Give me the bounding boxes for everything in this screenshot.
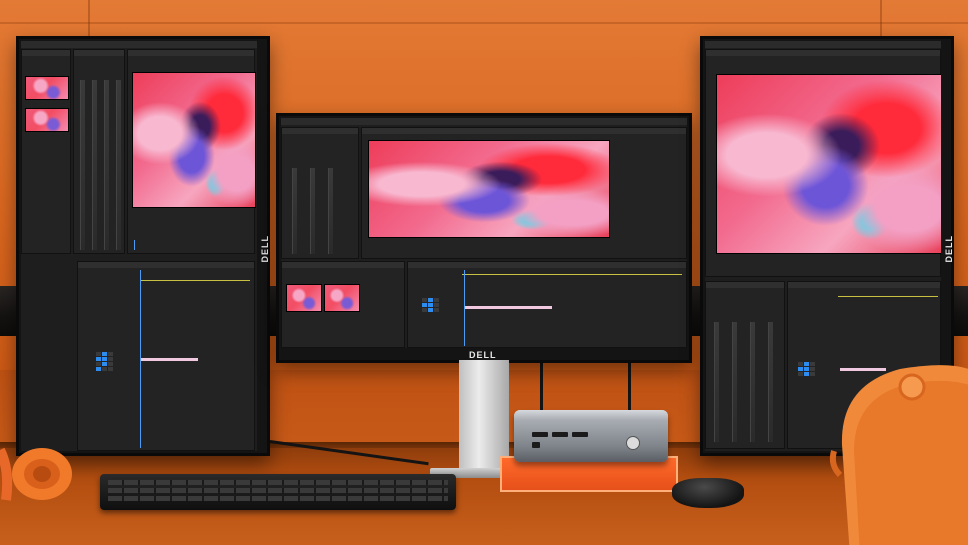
menu-bar <box>705 41 941 48</box>
timeline-panel <box>407 261 687 348</box>
program-preview <box>132 72 256 208</box>
program-monitor-panel <box>705 49 941 277</box>
timeline-panel <box>77 261 255 451</box>
program-monitor-panel <box>361 127 687 259</box>
dell-logo: DELL <box>260 235 270 263</box>
timeline-clip[interactable] <box>464 306 552 309</box>
menu-bar <box>21 41 257 48</box>
headphones-icon <box>0 447 72 501</box>
center-monitor: DELL <box>276 113 692 363</box>
power-button[interactable] <box>626 436 640 450</box>
mini-pc <box>514 410 668 462</box>
track-controls[interactable] <box>422 298 439 312</box>
dell-logo: DELL <box>944 235 954 263</box>
project-panel <box>281 261 405 348</box>
keyboard[interactable] <box>100 474 456 510</box>
program-monitor-panel <box>127 49 256 254</box>
audio-mixer-panel <box>281 127 359 259</box>
clip-thumbnail[interactable] <box>286 284 322 312</box>
track-controls[interactable] <box>96 352 113 371</box>
audio-mixer-panel <box>705 281 785 449</box>
left-screen <box>21 41 257 451</box>
left-monitor: DELL <box>16 36 270 456</box>
clip-thumbnail[interactable] <box>25 108 69 132</box>
chair-icon <box>829 365 968 545</box>
menu-bar <box>281 118 687 125</box>
mouse-icon[interactable] <box>672 478 744 508</box>
clip-thumbnail[interactable] <box>25 76 69 100</box>
timeline-clip[interactable] <box>140 358 198 361</box>
clip-thumbnail[interactable] <box>324 284 360 312</box>
monitor-stand <box>459 360 509 470</box>
program-preview <box>716 74 941 254</box>
desk-setup-scene: DELL DELL DELL <box>0 0 968 545</box>
project-panel <box>21 49 71 254</box>
center-screen <box>281 118 687 348</box>
track-controls[interactable] <box>798 362 815 376</box>
dell-logo: DELL <box>469 350 497 360</box>
program-preview <box>368 140 610 238</box>
audio-mixer-panel <box>73 49 125 254</box>
